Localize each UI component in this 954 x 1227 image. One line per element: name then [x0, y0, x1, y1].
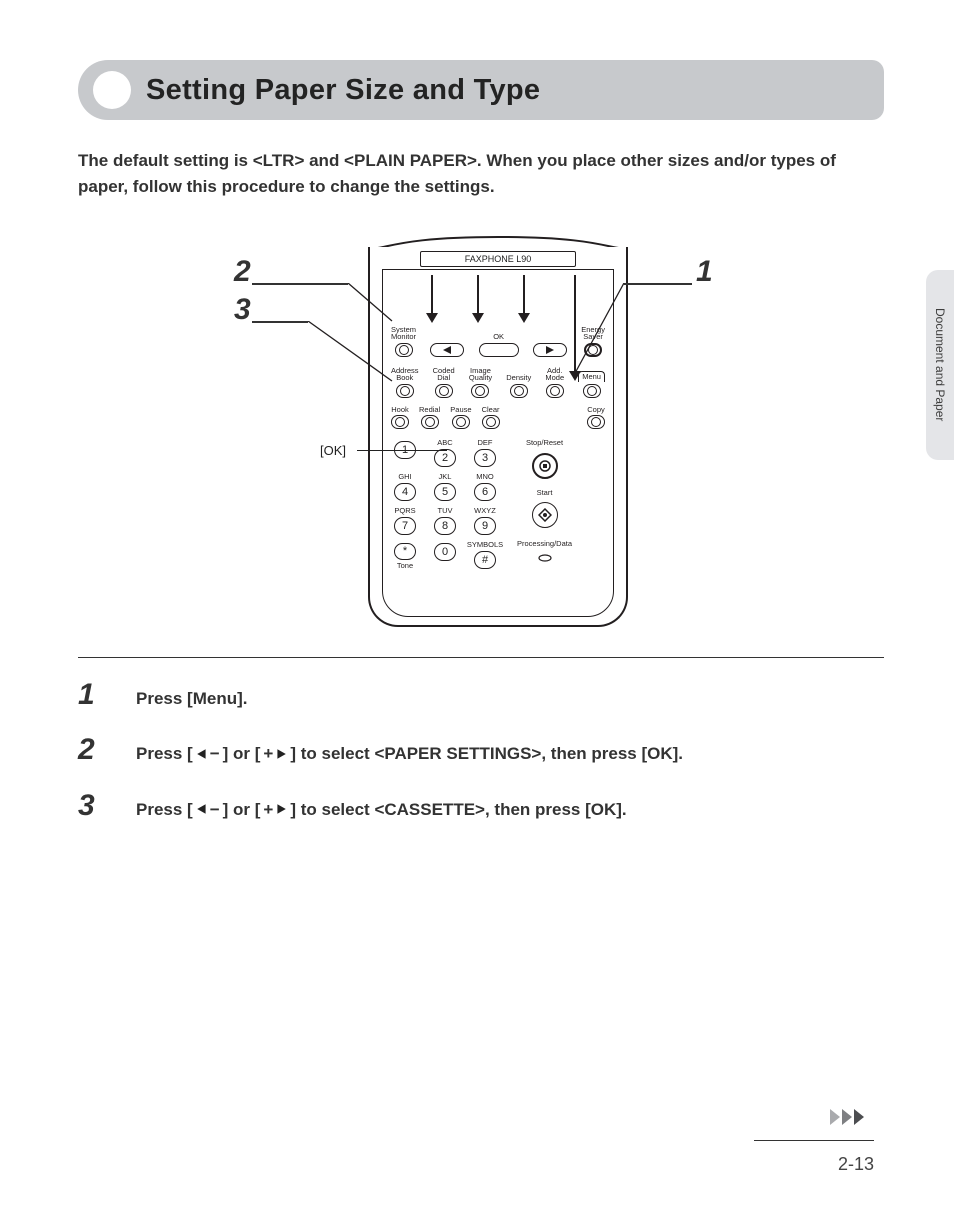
hook-button[interactable] [391, 415, 409, 429]
label-system-monitor: System Monitor [391, 326, 416, 341]
heading-bullet-icon [93, 71, 131, 109]
intro-paragraph: The default setting is <LTR> and <PLAIN … [78, 148, 884, 201]
plus-right-icon: + [263, 797, 287, 823]
step-2: 2 Press [ − ] or [ + ] to select <PAPER … [78, 741, 884, 767]
step-text-3: Press [ − ] or [ + ] to select <CASSETTE… [136, 797, 627, 823]
start-diamond-icon [538, 508, 552, 522]
model-plate: FAXPHONE L90 [420, 251, 576, 267]
page-number: 2-13 [838, 1154, 874, 1175]
key-hash[interactable]: # [474, 551, 496, 569]
key-6[interactable]: 6 [474, 483, 496, 501]
coded-dial-button[interactable] [435, 384, 453, 398]
key-1[interactable]: 1 [394, 441, 416, 459]
step-num-1: 1 [78, 680, 108, 710]
left-minus-icon: − [196, 797, 220, 823]
footer-rule-icon [754, 1140, 874, 1141]
step-num-3: 3 [78, 791, 108, 821]
step-text-1: Press [Menu]. [136, 686, 247, 712]
key-3[interactable]: 3 [474, 449, 496, 467]
key-9[interactable]: 9 [474, 517, 496, 535]
label-start: Start [537, 489, 553, 497]
system-monitor-button[interactable] [395, 343, 413, 357]
ok-button[interactable] [479, 343, 519, 357]
label-density: Density [506, 374, 531, 382]
menu-button[interactable] [583, 384, 601, 398]
plus-right-icon: + [263, 741, 287, 767]
label-ok: OK [493, 333, 504, 341]
energy-saver-button[interactable] [584, 343, 602, 357]
stop-icon [539, 460, 551, 472]
heading-bar: Setting Paper Size and Type [78, 60, 884, 120]
step-text-2: Press [ − ] or [ + ] to select <PAPER SE… [136, 741, 683, 767]
step-3: 3 Press [ − ] or [ + ] to select <CASSET… [78, 797, 884, 823]
label-copy: Copy [587, 406, 605, 414]
clear-button[interactable] [482, 415, 500, 429]
processing-led-icon [537, 554, 553, 562]
page-title: Setting Paper Size and Type [146, 74, 540, 107]
address-book-button[interactable] [396, 384, 414, 398]
copy-button[interactable] [587, 415, 605, 429]
label-energy-saver: Energy Saver [581, 326, 605, 341]
key-7[interactable]: 7 [394, 517, 416, 535]
section-rule-icon [78, 657, 884, 658]
callout-3: 3 [234, 293, 251, 327]
label-hook: Hook [391, 406, 409, 414]
callout-1: 1 [696, 255, 713, 289]
ok-leader-label: [OK] [320, 443, 346, 458]
leader-line-3-icon [304, 321, 394, 391]
callout-2: 2 [234, 255, 251, 289]
label-add-mode: Add. Mode [545, 367, 564, 382]
step-1: 1 Press [Menu]. [78, 686, 884, 712]
side-tab-label: Document and Paper [933, 308, 947, 421]
key-0[interactable]: 0 [434, 543, 456, 561]
step-num-2: 2 [78, 735, 108, 765]
key-8[interactable]: 8 [434, 517, 456, 535]
start-button[interactable] [532, 502, 558, 528]
chapter-side-tab: Document and Paper [926, 270, 954, 460]
continued-arrows-icon [830, 1107, 874, 1127]
left-minus-icon: − [196, 741, 220, 767]
label-coded-dial: Coded Dial [433, 367, 455, 382]
label-redial: Redial [419, 406, 440, 414]
label-stop-reset: Stop/Reset [526, 439, 563, 447]
key-5[interactable]: 5 [434, 483, 456, 501]
control-panel-diagram: FAXPHONE L90 2 3 1 [OK] [244, 235, 718, 635]
key-star[interactable]: * [394, 543, 416, 560]
right-triangle-icon [546, 346, 554, 354]
minus-button[interactable] [430, 343, 464, 357]
left-triangle-icon [443, 346, 451, 354]
steps-list: 1 Press [Menu]. 2 Press [ − ] or [ + ] t… [78, 686, 884, 823]
label-address-book: Address Book [391, 367, 419, 382]
label-image-quality: Image Quality [469, 367, 492, 382]
label-processing: Processing/Data [517, 540, 572, 548]
density-button[interactable] [510, 384, 528, 398]
plus-button[interactable] [533, 343, 567, 357]
stop-reset-button[interactable] [532, 453, 558, 479]
pause-button[interactable] [452, 415, 470, 429]
key-2[interactable]: 2 [434, 449, 456, 467]
key-4[interactable]: 4 [394, 483, 416, 501]
add-mode-button[interactable] [546, 384, 564, 398]
redial-button[interactable] [421, 415, 439, 429]
label-tone: Tone [397, 562, 413, 570]
label-clear: Clear [482, 406, 500, 414]
label-pause: Pause [450, 406, 471, 414]
image-quality-button[interactable] [471, 384, 489, 398]
label-menu: Menu [578, 371, 605, 382]
